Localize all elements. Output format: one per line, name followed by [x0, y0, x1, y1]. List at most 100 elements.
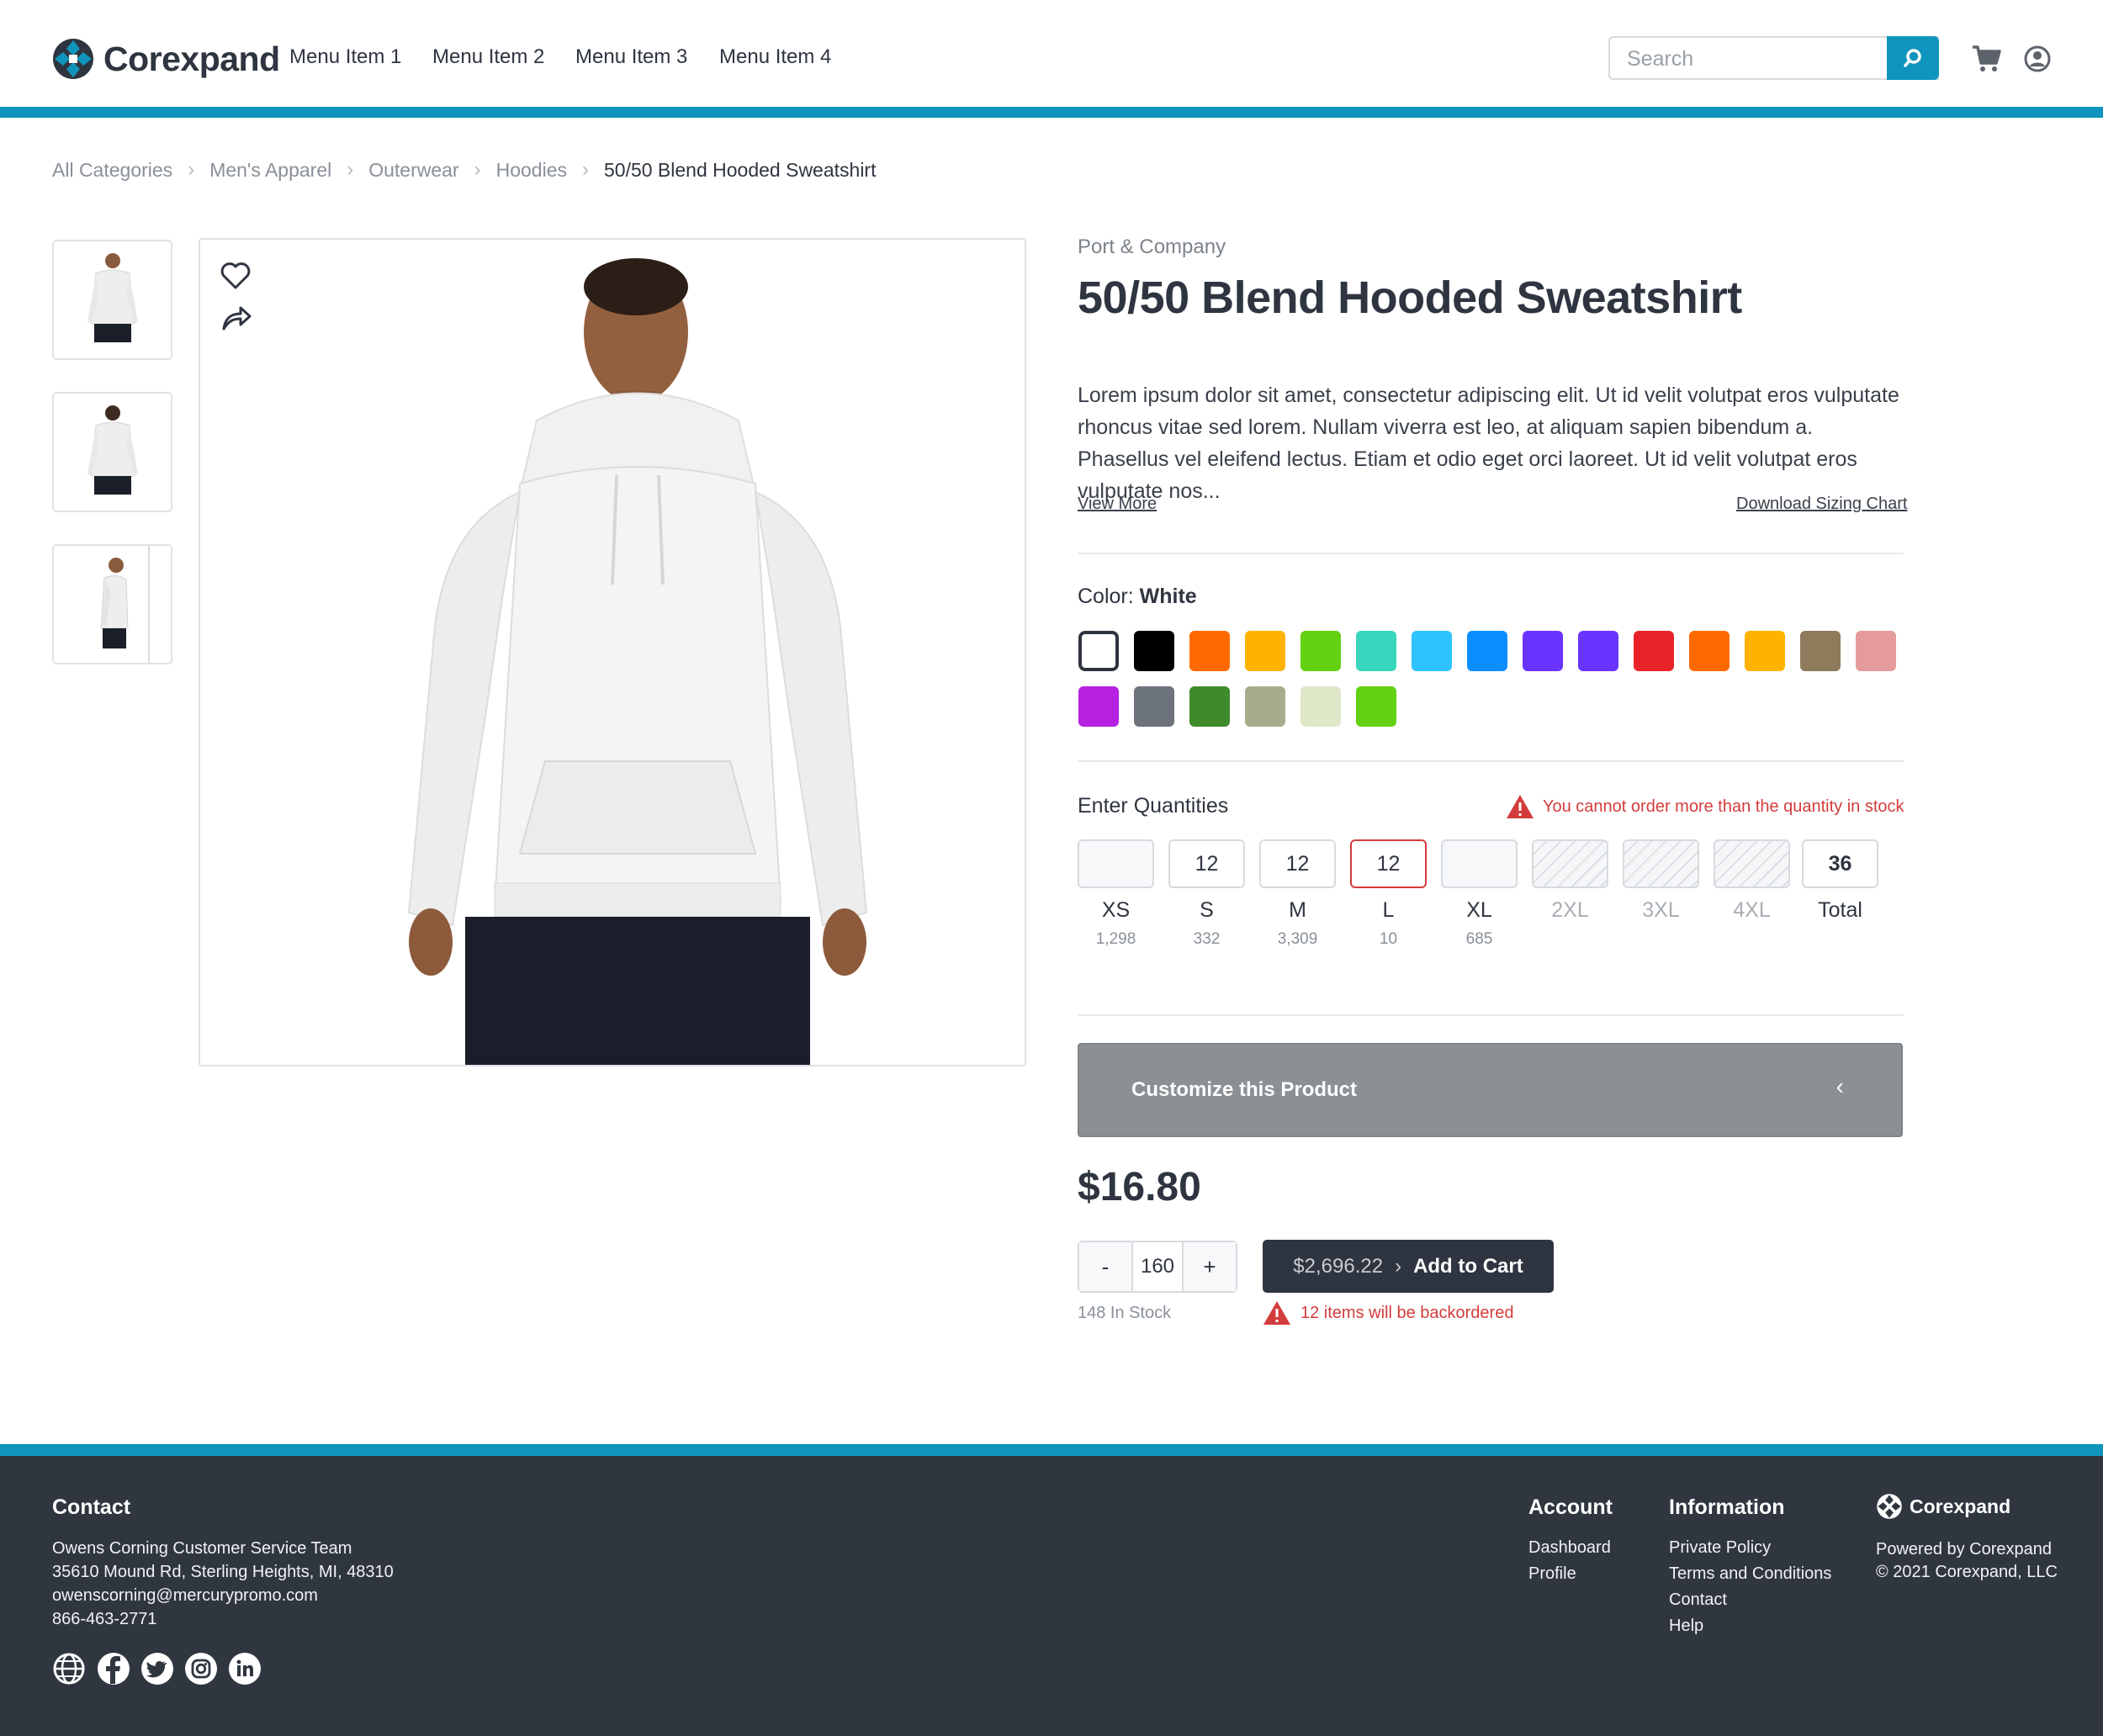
color-swatch[interactable] [1634, 631, 1674, 671]
facebook-icon[interactable] [97, 1652, 130, 1686]
size-qty-input-4xl [1714, 839, 1790, 888]
color-swatch[interactable] [1189, 631, 1230, 671]
footer-brand-logo[interactable]: Corexpand [1876, 1493, 2010, 1520]
color-swatch[interactable] [1134, 686, 1174, 727]
size-qty-input-m[interactable]: 12 [1259, 839, 1336, 888]
product-description: Lorem ipsum dolor sit amet, consectetur … [1078, 384, 1899, 503]
in-stock-count: 148 In Stock [1078, 1304, 1172, 1322]
footer-link-contact[interactable]: Contact [1669, 1590, 1727, 1610]
color-label: Color: White [1078, 585, 1197, 608]
footer-contact-line: 35610 Mound Rd, Sterling Heights, MI, 48… [52, 1563, 394, 1581]
footer-account-title: Account [1528, 1495, 1613, 1519]
breadcrumb-all-categories[interactable]: All Categories [52, 159, 172, 182]
menu-item-3[interactable]: Menu Item 3 [575, 45, 687, 69]
color-swatch[interactable] [1245, 686, 1285, 727]
search-icon [1904, 49, 1921, 67]
linkedin-icon[interactable] [228, 1652, 262, 1686]
thumbnail-side[interactable] [52, 544, 172, 664]
corexpand-logo-icon [53, 39, 93, 79]
size-label: 2XL [1551, 898, 1589, 922]
globe-icon[interactable] [52, 1652, 86, 1686]
size-stock-count: 10 [1379, 930, 1398, 948]
thumbnail-front[interactable] [52, 240, 172, 360]
size-stock-count: 332 [1193, 930, 1221, 948]
color-swatch[interactable] [1078, 631, 1119, 671]
footer-link-help[interactable]: Help [1669, 1617, 1703, 1636]
share-icon[interactable] [220, 304, 252, 332]
color-swatch[interactable] [1300, 686, 1341, 727]
size-qty-input-xl[interactable] [1441, 839, 1518, 888]
quantity-stepper: - 160 + [1078, 1241, 1237, 1293]
warning-icon [1263, 1301, 1290, 1325]
customize-product-toggle[interactable]: Customize this Product ‹ [1078, 1043, 1903, 1137]
color-swatch[interactable] [1412, 631, 1452, 671]
color-swatch[interactable] [1356, 631, 1396, 671]
color-swatch[interactable] [1578, 631, 1618, 671]
divider [1078, 760, 1904, 762]
add-to-cart-label: Add to Cart [1413, 1254, 1523, 1278]
size-stock-count: 685 [1465, 930, 1493, 948]
backorder-warning: 12 items will be backordered [1262, 1300, 1513, 1326]
color-swatch[interactable] [1356, 686, 1396, 727]
size-stock-count: 1,298 [1095, 930, 1136, 948]
footer-link-privacy[interactable]: Private Policy [1669, 1538, 1771, 1558]
color-swatch[interactable] [1745, 631, 1785, 671]
footer-contact-line: Owens Corning Customer Service Team [52, 1539, 352, 1558]
footer-contact-phone[interactable]: 866-463-2771 [52, 1610, 157, 1629]
footer-link-profile[interactable]: Profile [1528, 1564, 1576, 1584]
download-sizing-chart-link[interactable]: Download Sizing Chart [1736, 495, 1907, 514]
breadcrumb-hoodies[interactable]: Hoodies [496, 159, 567, 182]
breadcrumb-outerwear[interactable]: Outerwear [368, 159, 458, 182]
footer-link-terms[interactable]: Terms and Conditions [1669, 1564, 1831, 1584]
size-qty-input-l[interactable]: 12 [1350, 839, 1427, 888]
color-swatch[interactable] [1467, 631, 1507, 671]
increment-button[interactable]: + [1184, 1242, 1236, 1291]
color-swatch[interactable] [1189, 686, 1230, 727]
footer-information-title: Information [1669, 1495, 1785, 1519]
color-swatch[interactable] [1134, 631, 1174, 671]
chevron-right-icon: › [581, 158, 589, 181]
size-qty-input-3xl [1623, 839, 1699, 888]
color-swatch[interactable] [1245, 631, 1285, 671]
brand-logo[interactable]: Corexpand [51, 37, 280, 81]
add-to-cart-button[interactable]: $2,696.22 › Add to Cart [1263, 1240, 1554, 1293]
selected-color-name: White [1139, 585, 1197, 608]
menu-item-1[interactable]: Menu Item 1 [289, 45, 401, 69]
size-label: S [1200, 898, 1214, 922]
heart-icon[interactable] [220, 262, 251, 290]
search-button[interactable] [1887, 36, 1939, 80]
divider [1078, 1014, 1904, 1016]
size-label: XL [1466, 898, 1492, 922]
quantity-input[interactable]: 160 [1131, 1242, 1184, 1291]
corexpand-logo-icon [1877, 1494, 1902, 1519]
color-swatch[interactable] [1800, 631, 1841, 671]
instagram-icon[interactable] [184, 1652, 218, 1686]
chevron-right-icon: › [474, 158, 481, 181]
size-label: 3XL [1642, 898, 1680, 922]
size-qty-input-xs[interactable] [1078, 839, 1154, 888]
product-brand[interactable]: Port & Company [1078, 236, 1226, 259]
menu-item-2[interactable]: Menu Item 2 [432, 45, 544, 69]
chevron-right-icon: › [188, 158, 195, 181]
color-swatch[interactable] [1300, 631, 1341, 671]
breadcrumb-current: 50/50 Blend Hooded Sweatshirt [603, 158, 877, 181]
thumbnail-back[interactable] [52, 392, 172, 512]
breadcrumb-mens-apparel[interactable]: Men's Apparel [209, 159, 331, 182]
color-swatch[interactable] [1078, 686, 1119, 727]
decrement-button[interactable]: - [1079, 1242, 1131, 1291]
color-swatch[interactable] [1689, 631, 1730, 671]
footer-contact-email[interactable]: owenscorning@mercurypromo.com [52, 1586, 318, 1606]
quantities-label: Enter Quantities [1078, 794, 1229, 818]
product-title: 50/50 Blend Hooded Sweatshirt [1078, 273, 1742, 323]
footer-link-dashboard[interactable]: Dashboard [1528, 1538, 1611, 1558]
view-more-link[interactable]: View More [1078, 495, 1157, 514]
cart-button[interactable] [1971, 45, 2001, 77]
size-qty-input-s[interactable]: 12 [1168, 839, 1245, 888]
twitter-icon[interactable] [140, 1652, 174, 1686]
account-button[interactable] [2024, 45, 2051, 77]
color-swatch[interactable] [1856, 631, 1896, 671]
color-swatch[interactable] [1523, 631, 1563, 671]
product-main-image [199, 238, 1026, 1066]
size-label: XS [1101, 898, 1131, 922]
menu-item-4[interactable]: Menu Item 4 [719, 45, 831, 69]
